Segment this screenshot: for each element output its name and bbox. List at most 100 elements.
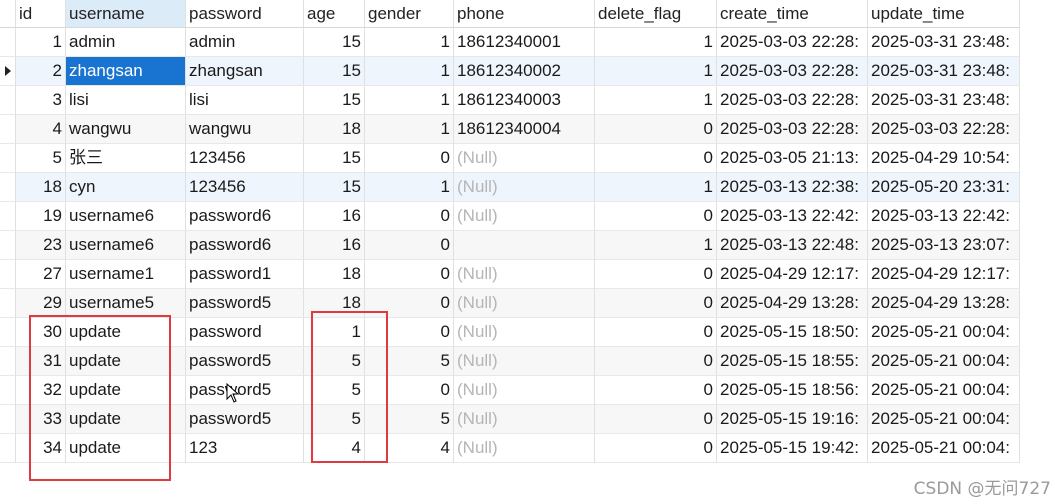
cell-username[interactable]: lisi [66,86,186,115]
row-marker[interactable] [0,347,16,376]
cell-age[interactable]: 16 [304,202,365,231]
cell-phone[interactable]: 18612340004 [454,115,595,144]
cell-username[interactable]: 张三 [66,144,186,173]
cell-password[interactable]: 123 [186,434,304,463]
cell-age[interactable]: 15 [304,144,365,173]
cell-create-time[interactable]: 2025-05-15 18:56: [717,376,868,405]
table-row[interactable]: 19 username6 password6 16 0 (Null) 0 2025-03-13… [0,202,1020,231]
cell-update-time[interactable]: 2025-05-21 00:04: [868,405,1020,434]
row-marker[interactable] [0,318,16,347]
table-row[interactable]: 29 username5 password5 18 0 (Null) 0 2025-04-29… [0,289,1020,318]
cell-create-time[interactable]: 2025-03-03 22:28: [717,115,868,144]
cell-create-time[interactable]: 2025-04-29 12:17: [717,260,868,289]
cell-delete-flag[interactable]: 0 [595,202,717,231]
cell-phone[interactable]: (Null) [454,289,595,318]
table-row[interactable]: 23 username6 password6 16 0 1 2025-03-13 22:48… [0,231,1020,260]
cell-update-time[interactable]: 2025-05-21 00:04: [868,376,1020,405]
cell-update-time[interactable]: 2025-03-31 23:48: [868,57,1020,86]
column-header-update-time[interactable]: update_time [868,0,1020,28]
cell-phone[interactable]: (Null) [454,376,595,405]
cell-phone[interactable]: (Null) [454,434,595,463]
cell-delete-flag[interactable]: 0 [595,289,717,318]
cell-update-time[interactable]: 2025-03-13 22:42: [868,202,1020,231]
cell-delete-flag[interactable]: 1 [595,28,717,57]
cell-username[interactable]: username6 [66,231,186,260]
cell-id[interactable]: 18 [16,173,66,202]
cell-password[interactable]: wangwu [186,115,304,144]
cell-phone[interactable]: (Null) [454,173,595,202]
cell-update-time[interactable]: 2025-04-29 12:17: [868,260,1020,289]
column-header-phone[interactable]: phone [454,0,595,28]
cell-password[interactable]: password5 [186,347,304,376]
cell-id[interactable]: 19 [16,202,66,231]
column-header-password[interactable]: password [186,0,304,28]
cell-id[interactable]: 1 [16,28,66,57]
cell-password[interactable]: password6 [186,202,304,231]
row-marker[interactable] [0,202,16,231]
cell-delete-flag[interactable]: 0 [595,115,717,144]
cell-update-time[interactable]: 2025-05-20 23:31: [868,173,1020,202]
cell-create-time[interactable]: 2025-03-03 22:28: [717,28,868,57]
cell-gender[interactable]: 0 [365,260,454,289]
cell-phone[interactable]: (Null) [454,347,595,376]
cell-age[interactable]: 15 [304,86,365,115]
cell-create-time[interactable]: 2025-04-29 13:28: [717,289,868,318]
cell-update-time[interactable]: 2025-03-03 22:28: [868,115,1020,144]
cell-create-time[interactable]: 2025-03-03 22:28: [717,86,868,115]
cell-gender[interactable]: 1 [365,86,454,115]
cell-username[interactable]: username6 [66,202,186,231]
cell-id[interactable]: 29 [16,289,66,318]
cell-password[interactable]: zhangsan [186,57,304,86]
table-row[interactable]: 5 张三 123456 15 0 (Null) 0 2025-03-05 21:13: 2025… [0,144,1020,173]
cell-update-time[interactable]: 2025-05-21 00:04: [868,434,1020,463]
cell-gender[interactable]: 0 [365,231,454,260]
column-header-delete-flag[interactable]: delete_flag [595,0,717,28]
cell-update-time[interactable]: 2025-04-29 10:54: [868,144,1020,173]
row-marker[interactable] [0,260,16,289]
cell-age[interactable]: 16 [304,231,365,260]
cell-age[interactable]: 18 [304,115,365,144]
cell-password[interactable]: 123456 [186,173,304,202]
cell-password[interactable]: password6 [186,231,304,260]
cell-update-time[interactable]: 2025-03-31 23:48: [868,86,1020,115]
cell-gender[interactable]: 0 [365,202,454,231]
cell-age[interactable]: 15 [304,173,365,202]
cell-delete-flag[interactable]: 1 [595,57,717,86]
cell-username[interactable]: wangwu [66,115,186,144]
table-row[interactable]: 1 admin admin 15 1 18612340001 1 2025-03-03 22:… [0,28,1020,57]
cell-phone[interactable]: 18612340002 [454,57,595,86]
cell-phone[interactable]: (Null) [454,260,595,289]
cell-username[interactable]: username5 [66,289,186,318]
cell-username[interactable]: zhangsan [66,57,186,86]
cell-username[interactable]: username1 [66,260,186,289]
cell-gender[interactable]: 1 [365,173,454,202]
cell-delete-flag[interactable]: 0 [595,376,717,405]
cell-delete-flag[interactable]: 0 [595,347,717,376]
cell-password[interactable]: password5 [186,405,304,434]
cell-update-time[interactable]: 2025-04-29 13:28: [868,289,1020,318]
column-header-age[interactable]: age [304,0,365,28]
column-header-id[interactable]: id [16,0,66,28]
cell-gender[interactable]: 0 [365,144,454,173]
row-marker[interactable] [0,173,16,202]
cell-phone[interactable] [454,231,595,260]
table-row[interactable]: 18 cyn 123456 15 1 (Null) 1 2025-03-13 22:38: 20… [0,173,1020,202]
cell-username[interactable]: cyn [66,173,186,202]
cell-create-time[interactable]: 2025-03-13 22:38: [717,173,868,202]
cell-phone[interactable]: (Null) [454,405,595,434]
cell-password[interactable]: password5 [186,376,304,405]
row-marker[interactable] [0,144,16,173]
cell-update-time[interactable]: 2025-05-21 00:04: [868,347,1020,376]
cell-gender[interactable]: 1 [365,28,454,57]
column-header-create-time[interactable]: create_time [717,0,868,28]
cell-id[interactable]: 23 [16,231,66,260]
row-marker[interactable] [0,289,16,318]
cell-phone[interactable]: (Null) [454,144,595,173]
cell-id[interactable]: 27 [16,260,66,289]
cell-create-time[interactable]: 2025-05-15 18:50: [717,318,868,347]
cell-password[interactable]: admin [186,28,304,57]
cell-delete-flag[interactable]: 0 [595,144,717,173]
cell-age[interactable]: 18 [304,260,365,289]
cell-username[interactable]: admin [66,28,186,57]
cell-create-time[interactable]: 2025-03-13 22:42: [717,202,868,231]
